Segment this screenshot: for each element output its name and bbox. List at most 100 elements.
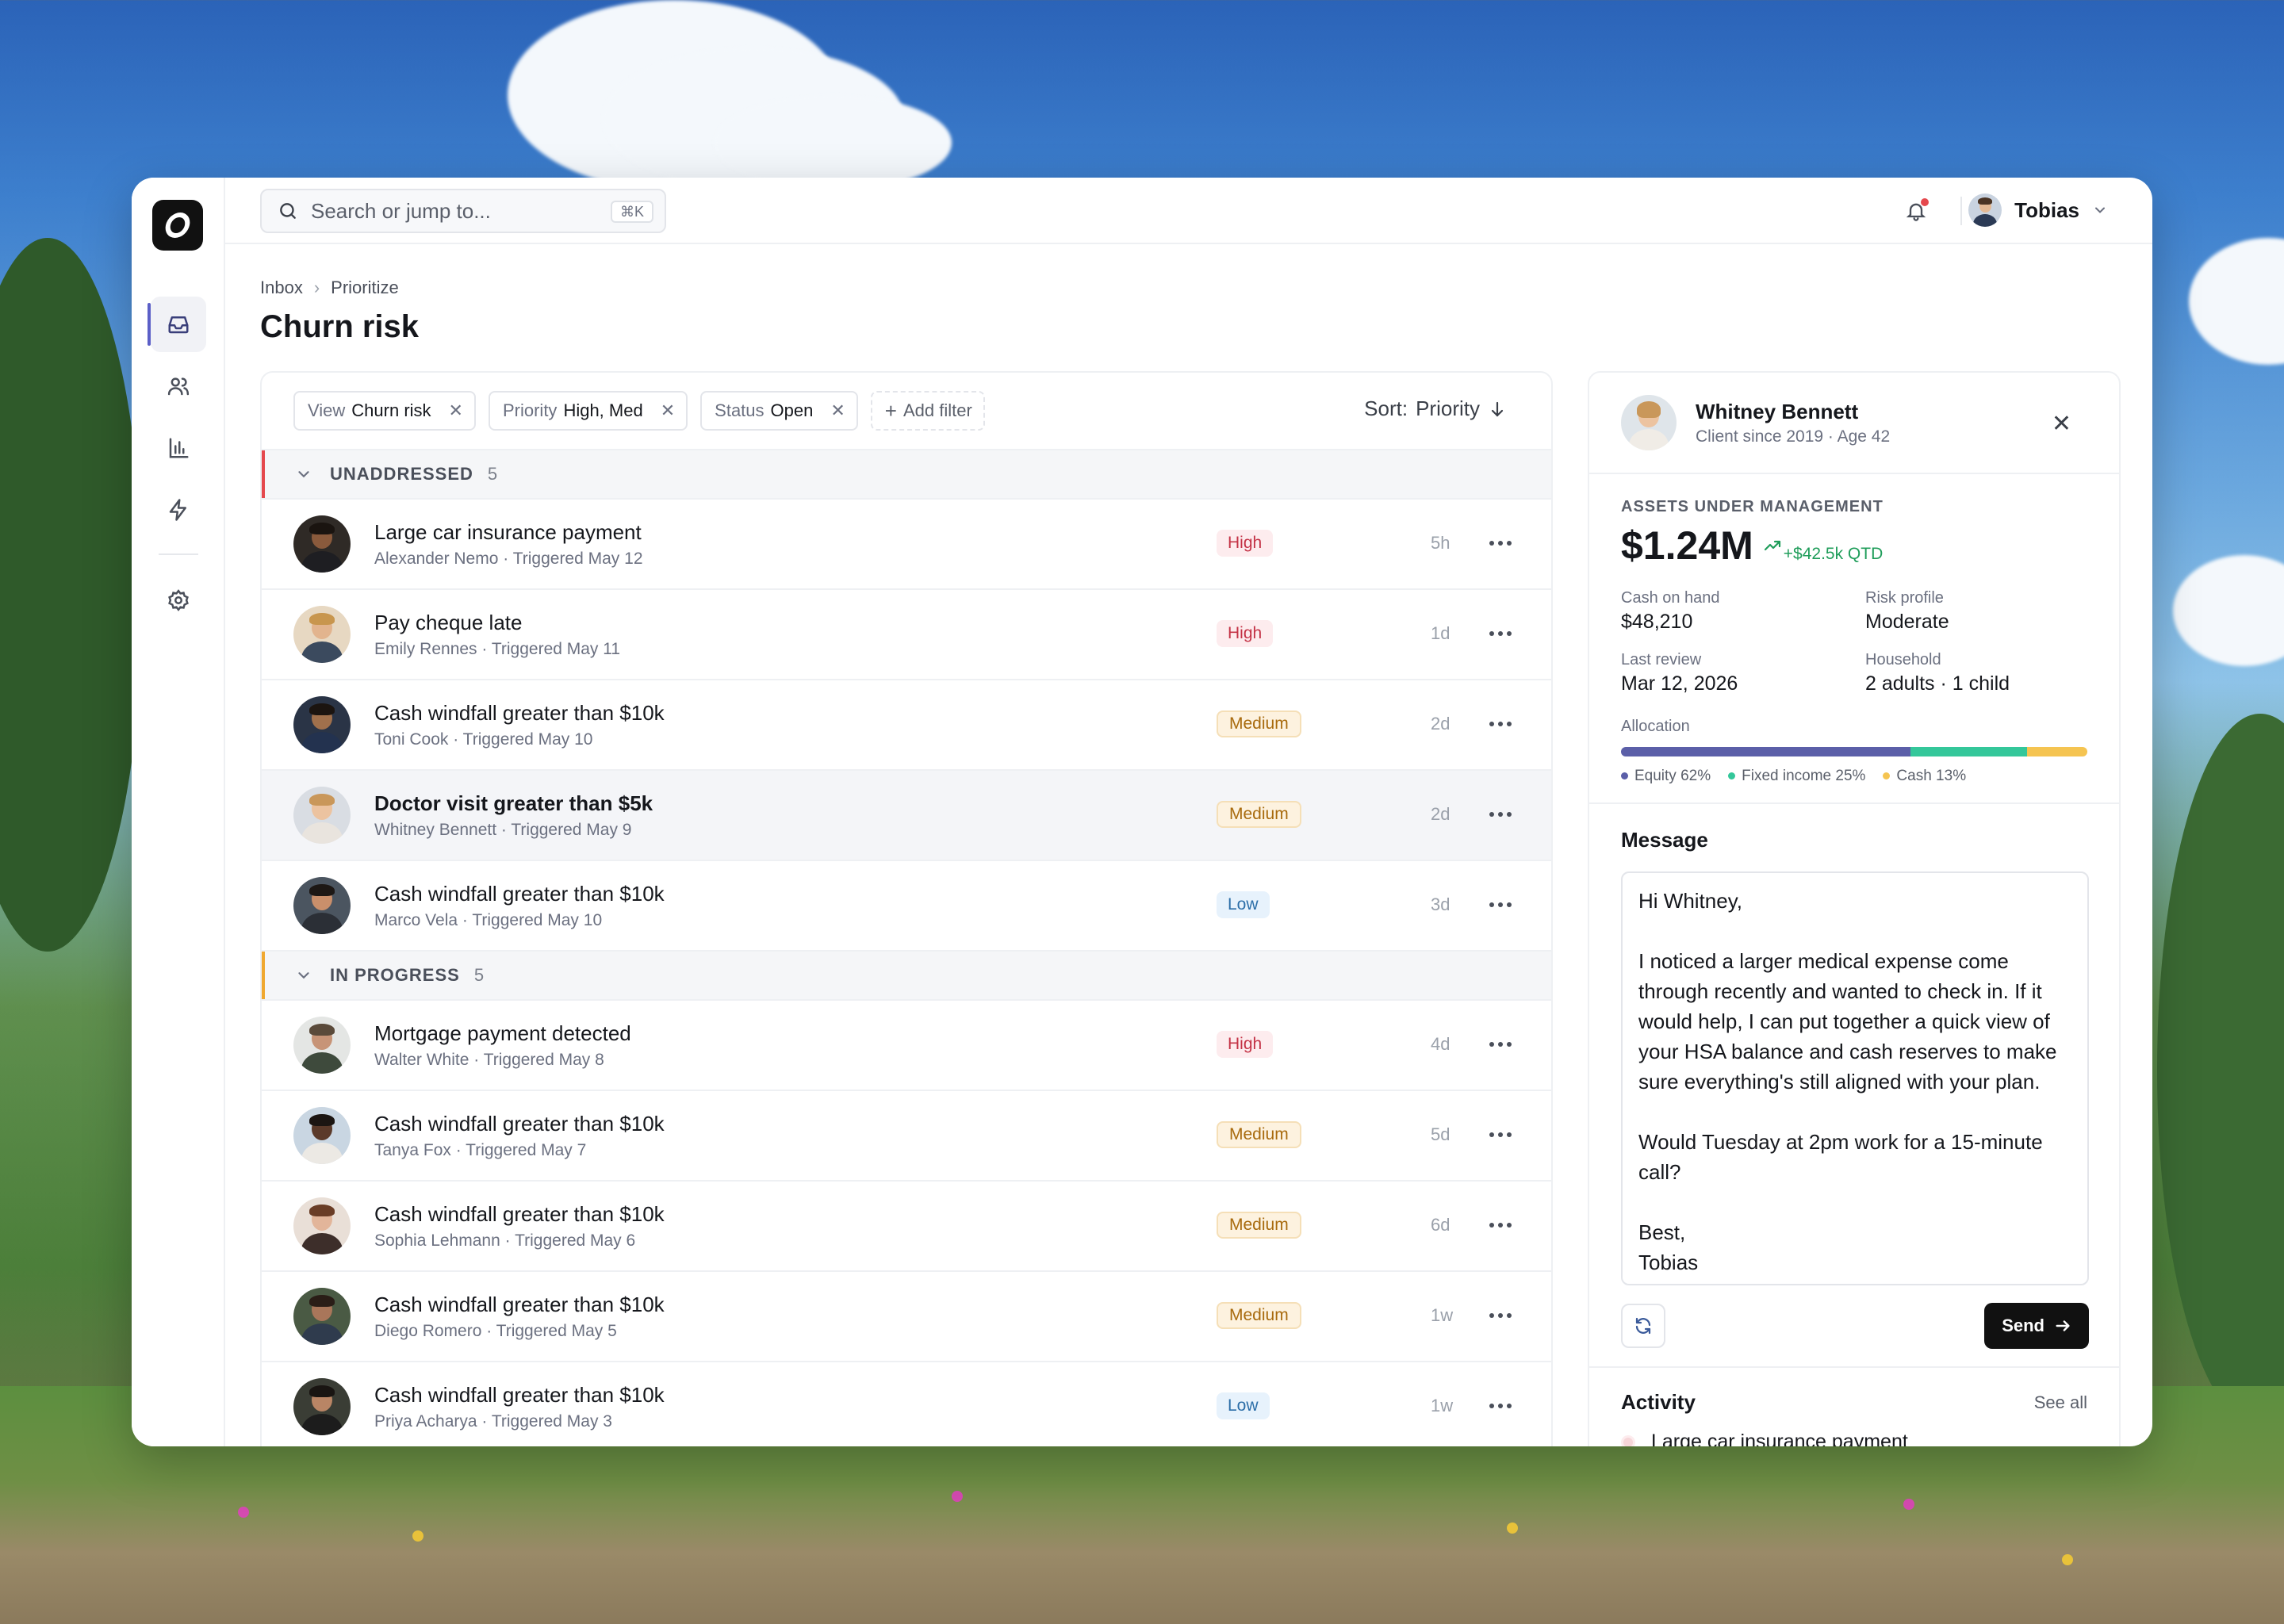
aum-value: $1.24M	[1621, 523, 1753, 568]
more-icon[interactable]	[1486, 622, 1515, 645]
alert-title: Large car insurance payment	[374, 519, 642, 544]
close-icon[interactable]: ✕	[449, 400, 463, 421]
alert-age: 1w	[1431, 1396, 1454, 1415]
more-icon[interactable]	[1486, 1304, 1515, 1327]
chevron-down-icon	[2095, 207, 2105, 213]
send-button[interactable]: Send	[1984, 1303, 2089, 1349]
legend-dot	[1728, 772, 1736, 780]
app-logo-icon[interactable]	[152, 200, 203, 251]
alert-age: 4d	[1431, 1034, 1450, 1054]
search-box[interactable]: Search or jump to... ⌘K	[260, 189, 666, 233]
rail-clients[interactable]	[151, 358, 206, 414]
more-icon[interactable]	[1486, 802, 1515, 826]
priority-badge: High	[1217, 530, 1274, 557]
users-icon	[167, 377, 190, 396]
client-stats: Cash on hand $48,210 Risk profile Moderate…	[1621, 589, 2087, 695]
allocation-segment	[2026, 747, 2087, 756]
more-icon[interactable]	[1486, 1213, 1515, 1237]
filter-key: View	[308, 400, 346, 420]
activity-item[interactable]: Large car insurance payment	[1589, 1415, 2119, 1446]
chevron-right-icon: ›	[313, 278, 320, 297]
more-icon[interactable]	[1486, 893, 1515, 917]
page-title: Churn risk	[260, 309, 420, 344]
allocation-segment	[1910, 747, 2027, 756]
stat-label: Cash on hand	[1621, 589, 1720, 607]
rail-analytics[interactable]	[151, 420, 206, 476]
group-count: 5	[487, 464, 498, 484]
avatar	[293, 1017, 351, 1074]
group-header[interactable]: UNADDRESSED 5	[262, 450, 1551, 500]
stat-value: Mar 12, 2026	[1621, 672, 1738, 695]
add-filter-button[interactable]: + Add filter	[870, 391, 985, 431]
chevron-down-icon[interactable]	[295, 967, 312, 984]
close-icon[interactable]: ✕	[661, 400, 675, 421]
rail-inbox[interactable]	[148, 297, 206, 352]
group-label: IN PROGRESS	[330, 965, 460, 985]
filter-chip-priority[interactable]: Priority High, Med ✕	[488, 391, 688, 431]
client-subtitle: Client since 2019 · Age 42	[1696, 427, 1891, 446]
avatar	[293, 1378, 351, 1435]
alert-title: Cash windfall greater than $10k	[374, 1201, 665, 1226]
priority-badge: Low	[1217, 1392, 1270, 1419]
more-icon[interactable]	[1486, 1123, 1515, 1147]
regenerate-button[interactable]	[1621, 1304, 1665, 1348]
alert-row[interactable]: Pay cheque late Emily Rennes · Triggered …	[262, 590, 1551, 680]
bar-chart-icon	[169, 438, 189, 458]
notification-dot	[1921, 198, 1929, 206]
alert-title: Pay cheque late	[374, 610, 523, 634]
alert-row[interactable]: Cash windfall greater than $10k Sophia Le…	[262, 1182, 1551, 1272]
priority-badge: Medium	[1217, 1212, 1301, 1239]
group-header[interactable]: IN PROGRESS 5	[262, 952, 1551, 1001]
alert-row[interactable]: Cash windfall greater than $10k Marco Vel…	[262, 861, 1551, 952]
user-menu[interactable]: Tobias	[1968, 193, 2108, 227]
alert-subtitle: Toni Cook · Triggered May 10	[374, 730, 593, 749]
alert-subtitle: Whitney Bennett · Triggered May 9	[374, 820, 632, 839]
more-icon[interactable]	[1486, 1032, 1515, 1056]
filter-chip-status[interactable]: Status Open ✕	[700, 391, 858, 431]
arrow-right-icon	[2056, 1320, 2070, 1331]
alert-subtitle: Sophia Lehmann · Triggered May 6	[374, 1231, 636, 1250]
alert-row[interactable]: Large car insurance payment Alexander Nem…	[262, 500, 1551, 590]
alert-subtitle: Tanya Fox · Triggered May 7	[374, 1140, 587, 1159]
filter-key: Status	[715, 400, 765, 420]
breadcrumb-prioritize[interactable]: Prioritize	[331, 278, 399, 298]
group-label: UNADDRESSED	[330, 464, 473, 484]
stat-label: Risk profile	[1865, 589, 1944, 607]
alert-row[interactable]: Cash windfall greater than $10k Priya Ach…	[262, 1362, 1551, 1446]
alert-row[interactable]: Cash windfall greater than $10k Diego Rom…	[262, 1272, 1551, 1362]
alert-row[interactable]: Cash windfall greater than $10k Tanya Fox…	[262, 1091, 1551, 1182]
legend-item: Cash 13%	[1883, 768, 1966, 785]
rail-settings[interactable]	[151, 573, 206, 628]
activity-header: Activity See all	[1589, 1368, 2119, 1415]
groups-container: UNADDRESSED 5 Large car insurance payment A…	[262, 450, 1551, 1446]
client-header: Whitney Bennett Client since 2019 · Age …	[1589, 373, 2119, 474]
sort-control[interactable]: Sort: Priority	[1364, 396, 1507, 421]
stat-value: $48,210	[1621, 611, 1693, 633]
notifications-button[interactable]	[1902, 197, 1930, 225]
nav-rail	[132, 178, 225, 1446]
filter-bar: View Churn risk ✕ Priority High, Med ✕ S…	[262, 373, 1551, 450]
alert-row[interactable]: Cash windfall greater than $10k Toni Cook…	[262, 680, 1551, 771]
priority-badge: High	[1217, 1031, 1274, 1058]
chevron-down-icon[interactable]	[295, 465, 312, 483]
alert-row[interactable]: Mortgage payment detected Walter White · …	[262, 1001, 1551, 1091]
close-icon[interactable]: ✕	[830, 400, 845, 421]
see-all-link[interactable]: See all	[2034, 1392, 2087, 1413]
rail-automations[interactable]	[151, 482, 206, 538]
filter-chip-view[interactable]: View Churn risk ✕	[293, 391, 476, 431]
inbox-icon	[168, 316, 189, 334]
more-icon[interactable]	[1486, 712, 1515, 736]
alert-row[interactable]: Doctor visit greater than $5k Whitney Ben…	[262, 771, 1551, 861]
more-icon[interactable]	[1486, 531, 1515, 555]
client-detail-panel: Whitney Bennett Client since 2019 · Age …	[1588, 371, 2121, 1446]
filter-value: Open	[770, 400, 814, 420]
filter-value: Churn risk	[351, 400, 431, 420]
priority-badge: Medium	[1217, 1121, 1301, 1148]
message-textarea[interactable]: Hi Whitney, I noticed a larger medical e…	[1621, 871, 2089, 1285]
more-icon[interactable]	[1486, 1394, 1515, 1418]
close-icon[interactable]: ✕	[2052, 412, 2071, 436]
alert-title: Cash windfall greater than $10k	[374, 1111, 665, 1136]
search-input[interactable]: Search or jump to...	[311, 199, 491, 224]
breadcrumb-inbox[interactable]: Inbox	[260, 278, 303, 298]
alert-age: 5h	[1431, 533, 1450, 553]
